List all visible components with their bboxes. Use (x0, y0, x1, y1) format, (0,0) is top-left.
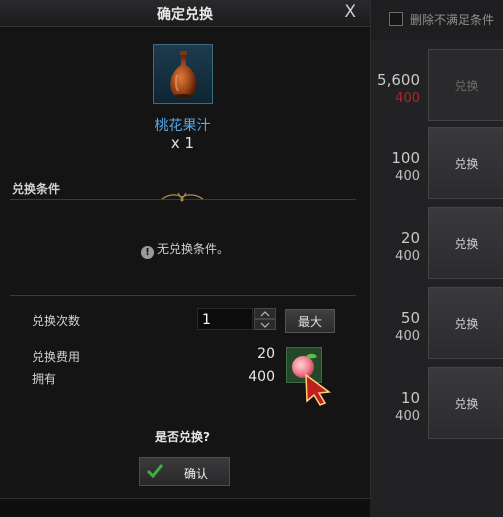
no-conditions-message: ! 无兑换条件。 (0, 240, 370, 259)
shop-row: 20 400 兑换 (370, 207, 503, 283)
cursor-icon (305, 373, 332, 406)
shop-row-price: 100 (391, 149, 420, 167)
shop-row-stock: 400 (395, 249, 420, 264)
vase-icon (170, 51, 197, 98)
shop-row-exchange-button[interactable]: 兑换 (428, 367, 503, 439)
exchange-dialog: 确定兑换 X 桃花果汁 x 1 兑换条件 ! 无兑换条件。 兑换次数 1 最大 … (0, 0, 371, 499)
decrement-button[interactable] (254, 319, 276, 330)
exchange-count-label: 兑换次数 (32, 314, 81, 328)
chevron-down-icon (260, 322, 270, 328)
shop-row: 10 400 兑换 (370, 367, 503, 443)
shop-row-price: 20 (400, 229, 420, 247)
item-quantity: x 1 (170, 134, 195, 152)
shop-row-exchange-button[interactable]: 兑换 (428, 127, 503, 199)
owned-value: 400 (248, 369, 275, 385)
shop-row-price: 10 (400, 389, 420, 407)
shop-row: 5,600 400 兑换 (370, 49, 503, 125)
shop-row-stock: 400 (395, 169, 420, 184)
max-button[interactable]: 最大 (285, 309, 335, 333)
dialog-title: 确定兑换 (157, 7, 213, 23)
shop-row-stock: 400 (395, 409, 420, 424)
shop-row: 50 400 兑换 (370, 287, 503, 363)
confirm-button[interactable]: 确认 (139, 457, 230, 486)
divider-ornament-icon (161, 192, 204, 202)
filter-checkbox[interactable] (389, 12, 403, 26)
increment-button[interactable] (254, 308, 276, 319)
shop-row: 100 400 兑换 (370, 127, 503, 203)
item-name: 桃花果汁 (154, 118, 211, 134)
confirm-label: 确认 (184, 467, 209, 481)
filter-label: 删除不满足条件 (410, 13, 495, 27)
shop-row-price: 5,600 (377, 71, 420, 89)
no-conditions-text: 无兑换条件。 (156, 242, 229, 256)
item-slot (153, 44, 213, 104)
title-bar: 确定兑换 X (0, 0, 370, 27)
close-button[interactable]: X (344, 2, 356, 22)
shop-row-exchange-button[interactable]: 兑换 (428, 287, 503, 359)
owned-label: 拥有 (32, 372, 57, 386)
chevron-up-icon (260, 311, 270, 317)
checkmark-icon (147, 464, 163, 478)
exchange-count-input[interactable]: 1 (197, 308, 253, 330)
exchange-cost-label: 兑换费用 (32, 350, 81, 364)
shop-row-stock: 400 (395, 91, 420, 106)
shop-row-price: 50 (400, 309, 420, 327)
divider (10, 295, 356, 296)
exchange-cost-value: 20 (257, 346, 275, 362)
shop-row-stock: 400 (395, 329, 420, 344)
confirm-question: 是否兑换? (155, 430, 210, 444)
shop-row-exchange-button[interactable]: 兑换 (428, 49, 503, 121)
shop-row-exchange-button[interactable]: 兑换 (428, 207, 503, 279)
conditions-title: 兑换条件 (12, 182, 61, 196)
info-icon: ! (140, 246, 154, 259)
